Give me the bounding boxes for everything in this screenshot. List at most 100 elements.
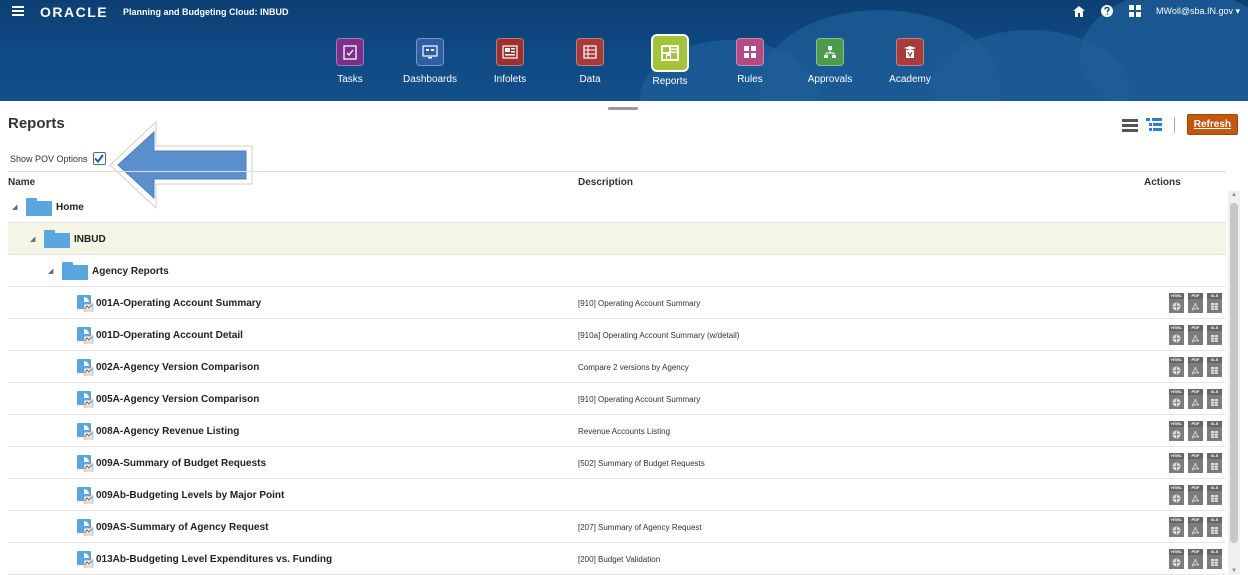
html-preview-icon[interactable]: HTML (1169, 421, 1184, 441)
tree-view-icon[interactable] (1145, 117, 1162, 132)
pdf-preview-icon[interactable]: PDF (1188, 357, 1203, 377)
row-name-label[interactable]: 009AS-Summary of Agency Request (96, 522, 268, 533)
nav-rules[interactable]: Rules (710, 38, 790, 87)
dashboards-icon (416, 38, 444, 66)
pdf-preview-icon[interactable]: PDF (1188, 389, 1203, 409)
report-row[interactable]: 002A-Agency Version Comparison Compare 2 … (8, 351, 1226, 383)
xls-preview-icon[interactable]: XLS (1207, 389, 1222, 409)
row-name-cell: ◢ Agency Reports (48, 255, 169, 287)
row-name-label[interactable]: 002A-Agency Version Comparison (96, 362, 259, 373)
row-name-cell: 001D-Operating Account Detail (76, 319, 243, 351)
row-name-label[interactable]: 008A-Agency Revenue Listing (96, 426, 239, 437)
list-view-icon[interactable] (1121, 118, 1138, 132)
xls-preview-icon[interactable]: XLS (1207, 549, 1222, 569)
folder-row[interactable]: ◢ INBUD (8, 223, 1226, 255)
nav-data[interactable]: Data (550, 38, 630, 87)
html-preview-icon[interactable]: HTML (1169, 549, 1184, 569)
approvals-icon (816, 38, 844, 66)
folder-row[interactable]: ◢ Agency Reports (8, 255, 1226, 287)
html-preview-icon[interactable]: HTML (1169, 389, 1184, 409)
nav-label: Approvals (807, 74, 853, 85)
nav-reports[interactable]: Reports (630, 34, 710, 87)
row-name-cell: 008A-Agency Revenue Listing (76, 415, 239, 447)
row-name-label[interactable]: Home (56, 202, 84, 213)
scroll-up-icon[interactable]: ▲ (1231, 192, 1237, 198)
row-name-label[interactable]: 005A-Agency Version Comparison (96, 394, 259, 405)
pdf-preview-icon[interactable]: PDF (1188, 549, 1203, 569)
expand-collapse-icon[interactable]: ◢ (30, 235, 40, 243)
expand-collapse-icon[interactable]: ◢ (12, 203, 22, 211)
row-name-cell: 001A-Operating Account Summary (76, 287, 261, 319)
xls-preview-icon[interactable]: XLS (1207, 453, 1222, 473)
pdf-preview-icon[interactable]: PDF (1188, 485, 1203, 505)
xls-preview-icon[interactable]: XLS (1207, 421, 1222, 441)
html-preview-icon[interactable]: HTML (1169, 325, 1184, 345)
row-name-cell: 005A-Agency Version Comparison (76, 383, 259, 415)
report-row[interactable]: 005A-Agency Version Comparison [910] Oper… (8, 383, 1226, 415)
column-header-name[interactable]: Name (8, 177, 35, 188)
html-preview-icon[interactable]: HTML (1169, 517, 1184, 537)
report-row[interactable]: 013Ab-Budgeting Level Expenditures vs. F… (8, 543, 1226, 575)
xls-preview-icon[interactable]: XLS (1207, 517, 1222, 537)
row-name-cell: 002A-Agency Version Comparison (76, 351, 259, 383)
nav-approvals[interactable]: Approvals (790, 38, 870, 87)
pdf-preview-icon[interactable]: PDF (1188, 453, 1203, 473)
pdf-preview-icon[interactable]: PDF (1188, 293, 1203, 313)
row-name-label[interactable]: 001A-Operating Account Summary (96, 298, 261, 309)
html-preview-icon[interactable]: HTML (1169, 485, 1184, 505)
xls-preview-icon[interactable]: XLS (1207, 357, 1222, 377)
report-row[interactable]: 009A-Summary of Budget Requests [502] Sum… (8, 447, 1226, 479)
reports-tree-table: ◢ Home ◢ INBUD ◢ Agency Reports 001A-Operating… (8, 191, 1226, 575)
table-header: Name Description Actions (8, 171, 1226, 191)
nav-tasks[interactable]: Tasks (310, 38, 390, 87)
row-name-label[interactable]: 009A-Summary of Budget Requests (96, 458, 266, 469)
html-preview-icon[interactable]: HTML (1169, 357, 1184, 377)
nav-dashboards[interactable]: Dashboards (390, 38, 470, 87)
pdf-preview-icon[interactable]: PDF (1188, 421, 1203, 441)
report-row[interactable]: 001D-Operating Account Detail [910a] Oper… (8, 319, 1226, 351)
pdf-preview-icon[interactable]: PDF (1188, 325, 1203, 345)
folder-icon (62, 262, 88, 280)
row-name-label[interactable]: 001D-Operating Account Detail (96, 330, 243, 341)
report-row[interactable]: 008A-Agency Revenue Listing Revenue Accou… (8, 415, 1226, 447)
html-preview-icon[interactable]: HTML (1169, 293, 1184, 313)
row-name-label[interactable]: 009Ab-Budgeting Levels by Major Point (96, 490, 284, 501)
scroll-down-icon[interactable]: ▼ (1231, 568, 1237, 574)
user-menu[interactable]: MWoll@sba.IN.gov ▾ (1156, 6, 1240, 17)
folder-icon (26, 198, 52, 216)
report-row[interactable]: 001A-Operating Account Summary [910] Oper… (8, 287, 1226, 319)
help-icon[interactable] (1100, 4, 1114, 18)
xls-preview-icon[interactable]: XLS (1207, 485, 1222, 505)
expand-collapse-icon[interactable]: ◢ (48, 267, 58, 275)
column-header-description[interactable]: Description (578, 177, 633, 188)
html-preview-icon[interactable]: HTML (1169, 453, 1184, 473)
nav-academy[interactable]: Academy (870, 38, 950, 87)
scrollbar-thumb[interactable] (1230, 203, 1238, 543)
pdf-preview-icon[interactable]: PDF (1188, 517, 1203, 537)
folder-row[interactable]: ◢ Home (8, 191, 1226, 223)
report-icon (76, 486, 94, 504)
menu-icon[interactable] (12, 6, 24, 16)
nav-label: Infolets (493, 74, 527, 85)
app-header: ORACLE Planning and Budgeting Cloud: INB… (0, 0, 1248, 101)
row-name-label[interactable]: INBUD (74, 234, 106, 245)
springboard-collapse-handle[interactable] (608, 107, 638, 110)
vertical-scrollbar[interactable]: ▲ ▼ (1228, 191, 1240, 575)
report-row[interactable]: 009Ab-Budgeting Levels by Major Point HTM… (8, 479, 1226, 511)
row-description: Compare 2 versions by Agency (578, 362, 689, 372)
row-name-label[interactable]: 013Ab-Budgeting Level Expenditures vs. F… (96, 554, 332, 565)
navigator-icon[interactable] (1128, 4, 1142, 18)
folder-icon (44, 230, 70, 248)
top-bar: ORACLE Planning and Budgeting Cloud: INB… (0, 0, 1248, 24)
home-icon[interactable] (1072, 4, 1086, 18)
report-row[interactable]: 009AS-Summary of Agency Request [207] Sum… (8, 511, 1226, 543)
report-icon (76, 518, 94, 536)
refresh-button[interactable]: Refresh (1186, 114, 1238, 135)
action-tag: HTML (1169, 517, 1184, 523)
nav-infolets[interactable]: Infolets (470, 38, 550, 87)
xls-preview-icon[interactable]: XLS (1207, 325, 1222, 345)
xls-preview-icon[interactable]: XLS (1207, 293, 1222, 313)
row-name-label[interactable]: Agency Reports (92, 266, 169, 277)
row-description: [910] Operating Account Summary (578, 394, 701, 404)
reports-icon (651, 34, 689, 72)
